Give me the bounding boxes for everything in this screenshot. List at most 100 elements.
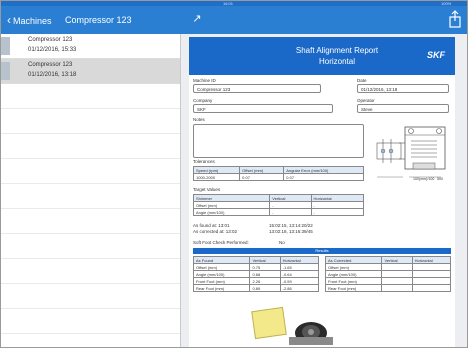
- table-row: Offset (mm): [324, 263, 452, 271]
- divider: [1, 258, 180, 259]
- table-cell: Rear Foot (mm): [324, 284, 383, 292]
- divider: [1, 333, 180, 334]
- table-header-cell: Vertical: [269, 194, 312, 202]
- table-cell: Angle (mm/100): [192, 270, 251, 278]
- target-values-table: Shimmer Vertical Horizontal Offset (mm) …: [192, 194, 365, 216]
- divider: [1, 158, 180, 159]
- soft-foot-value: No: [279, 240, 285, 245]
- divider: [1, 208, 180, 209]
- table-cell: -1.65: [279, 263, 320, 271]
- table-cell: Angle (mm/100): [192, 208, 271, 216]
- table-cell: Offset (mm): [324, 263, 383, 271]
- table-cell: Rear Foot (mm): [192, 284, 251, 292]
- results-bar: Results: [193, 248, 451, 254]
- report-title: Shaft Alignment Report: [295, 46, 379, 55]
- table-header-cell: Horizontal: [310, 194, 365, 202]
- table-row: Angle (mm/100) 0.68 -0.64: [192, 270, 320, 278]
- as-corrected-time: 13:02:18, 13:16:39/45: [269, 229, 313, 234]
- table-cell: 0.75: [249, 263, 281, 271]
- date-field: 01/12/2016, 13:18: [357, 84, 449, 93]
- divider: [1, 283, 180, 284]
- table-cell: 0.68: [249, 270, 281, 278]
- table-cell: Offset (mm): [192, 263, 251, 271]
- table-cell: [381, 263, 413, 271]
- table-cell: -: [269, 201, 312, 209]
- table-row: Shimmer Vertical Horizontal: [192, 194, 365, 202]
- expand-icon[interactable]: ↗: [189, 11, 205, 27]
- table-row: Angle (mm/100) - -: [192, 208, 365, 216]
- list-item[interactable]: Compressor 123 01/12/2016, 15:33: [1, 34, 180, 59]
- list-item-selected[interactable]: Compressor 123 01/12/2016, 13:18: [1, 59, 180, 84]
- table-header-cell: Shimmer: [192, 194, 271, 202]
- table-cell: [411, 277, 452, 285]
- table-cell: Angle (mm/100): [324, 270, 383, 278]
- soft-foot-label: Soft Foot Check Performed:: [193, 240, 249, 245]
- table-cell: 0.07: [239, 173, 285, 181]
- table-cell: 1000-2000: [192, 173, 241, 181]
- table-cell: -2.86: [279, 284, 320, 292]
- table-row: Rear Foot (mm) 0.89 -2.86: [192, 284, 320, 292]
- report-thumbnail: [1, 37, 10, 55]
- diagram-caption: 500: [437, 177, 443, 181]
- company-field: SKF: [193, 104, 333, 113]
- table-header-cell: As Corrected: [324, 256, 383, 264]
- target-values-label: Target Values: [193, 187, 221, 192]
- tolerances-label: Tolerances: [193, 159, 215, 164]
- table-header-cell: Vertical: [381, 256, 413, 264]
- report-list: Compressor 123 01/12/2016, 15:33 Compres…: [1, 34, 181, 347]
- table-header-cell: Offset (mm): [239, 166, 285, 174]
- tolerances-table: Speed (rpm) Offset (mm) Angular Error (m…: [192, 166, 364, 181]
- table-cell: 0.07: [283, 173, 364, 181]
- machine-diagram: 100(mm)/100 500: [375, 121, 449, 187]
- machine-id-field: Compressor 123: [193, 84, 321, 93]
- table-row: Angle (mm/100): [324, 270, 452, 278]
- as-found-table: As Found Vertical Horizontal Offset (mm)…: [192, 256, 320, 292]
- share-icon[interactable]: [447, 10, 463, 28]
- as-corrected-table: As Corrected Vertical Horizontal Offset …: [324, 256, 452, 292]
- table-row: Front Foot (mm) 2.26 -0.59: [192, 277, 320, 285]
- table-cell: [411, 263, 452, 271]
- table-cell: [411, 270, 452, 278]
- table-row: Offset (mm) - -: [192, 201, 365, 209]
- table-header-cell: Angular Error (mm/100): [283, 166, 364, 174]
- navigation-bar: ‹ Machines Compressor 123 ↗: [1, 6, 467, 34]
- breadcrumb: Compressor 123: [65, 15, 132, 25]
- table-cell: [411, 284, 452, 292]
- table-cell: -: [310, 208, 365, 216]
- shim-target-image: [251, 306, 287, 340]
- table-cell: 0.89: [249, 284, 281, 292]
- table-row: Offset (mm) 0.75 -1.65: [192, 263, 320, 271]
- table-header-cell: Speed (rpm): [192, 166, 241, 174]
- alignment-device-image: [289, 319, 333, 345]
- list-item-title: Compressor 123: [28, 62, 73, 68]
- back-button[interactable]: ‹ Machines: [7, 13, 52, 28]
- as-corrected-time-label: As corrected at: 13:02: [193, 229, 238, 234]
- divider: [1, 133, 180, 134]
- table-header-cell: Vertical: [249, 256, 281, 264]
- table-header-cell: Horizontal: [279, 256, 320, 264]
- table-row: Front Foot (mm): [324, 277, 452, 285]
- notes-field: [193, 124, 364, 158]
- table-header-cell: As Found: [192, 256, 251, 264]
- divider: [1, 183, 180, 184]
- table-row: As Corrected Vertical Horizontal: [324, 256, 452, 264]
- divider: [1, 308, 180, 309]
- skf-logo: SKF: [427, 50, 445, 60]
- table-row: Speed (rpm) Offset (mm) Angular Error (m…: [192, 166, 364, 174]
- table-row: As Found Vertical Horizontal: [192, 256, 320, 264]
- report-page[interactable]: Shaft Alignment Report Horizontal SKF Ma…: [189, 37, 455, 347]
- operator-field: Steve: [357, 104, 449, 113]
- table-cell: -0.59: [279, 277, 320, 285]
- table-cell: Front Foot (mm): [192, 277, 251, 285]
- table-cell: 2.26: [249, 277, 281, 285]
- table-row: Rear Foot (mm): [324, 284, 452, 292]
- list-item-date: 01/12/2016, 15:33: [28, 47, 77, 53]
- table-cell: -: [310, 201, 365, 209]
- divider: [1, 108, 180, 109]
- table-cell: [381, 277, 413, 285]
- list-item-title: Compressor 123: [28, 37, 73, 43]
- table-cell: Offset (mm): [192, 201, 271, 209]
- divider: [1, 233, 180, 234]
- report-thumbnail: [1, 62, 10, 80]
- table-header-cell: Horizontal: [411, 256, 452, 264]
